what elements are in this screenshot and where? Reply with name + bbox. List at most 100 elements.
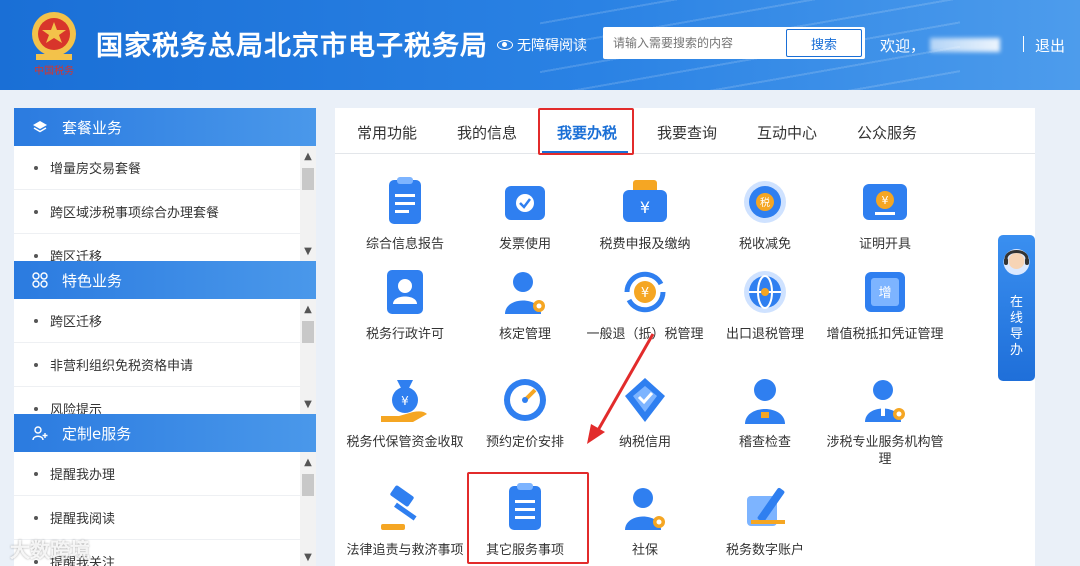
service-custody-funds[interactable]: ¥ 税务代保管资金收取 <box>345 372 465 451</box>
money-bag-hand-icon: ¥ <box>381 380 427 422</box>
site-title: 国家税务总局北京市电子税务局 <box>96 31 488 62</box>
online-guide-text: 在线导办 <box>1009 295 1023 358</box>
eye-icon <box>497 40 513 50</box>
bullet-icon <box>34 362 38 367</box>
service-label: 综合信息报告 <box>365 237 444 252</box>
sidebar-item[interactable]: 增量房交易套餐 <box>14 146 300 190</box>
service-legal-remedy[interactable]: 法律追责与救济事项 <box>345 480 465 559</box>
service-agency-management[interactable]: 涉税专业服务机构管理 <box>825 372 945 468</box>
user-gear-icon <box>505 272 545 314</box>
service-admin-license[interactable]: 税务行政许可 <box>345 264 465 343</box>
user-plus-icon <box>32 426 48 441</box>
service-invoice[interactable]: 发票使用 <box>465 174 585 253</box>
sidebar-item-label: 跨区域涉税事项综合办理套餐 <box>50 206 220 221</box>
logout-link[interactable]: 退出 <box>1035 35 1065 56</box>
online-guide-label: 在线导办 <box>998 295 1035 359</box>
sidebar-item-label: 提醒我阅读 <box>50 512 116 527</box>
sidebar-section-list: 增量房交易套餐 跨区域涉税事项综合办理套餐 跨区迁移 ▲ ▼ <box>14 146 316 263</box>
scroll-thumb[interactable] <box>302 474 314 496</box>
scrollbar[interactable]: ▲ ▼ <box>300 452 316 566</box>
chevron-up-icon[interactable]: ▲ <box>303 305 313 315</box>
service-digital-account[interactable]: 税务数字账户 <box>705 480 825 559</box>
tab-my-info[interactable]: 我的信息 <box>457 122 517 143</box>
scrollbar[interactable]: ▲ ▼ <box>300 299 316 416</box>
customer-service-avatar-icon <box>1003 249 1030 275</box>
online-guide-button[interactable]: 在线导办 <box>998 235 1035 381</box>
service-label: 预约定价安排 <box>485 435 564 450</box>
annotation-arrow <box>587 333 655 444</box>
bullet-icon <box>34 515 38 520</box>
service-label: 社保 <box>631 543 658 558</box>
sidebar-section-title: 定制e服务 <box>62 424 132 443</box>
social-security-user-icon <box>625 488 665 530</box>
tax-emblem-logo: 中国税务 <box>32 12 76 77</box>
certificate-yen-icon: ¥ <box>863 184 907 220</box>
tab-common[interactable]: 常用功能 <box>357 122 417 143</box>
service-label: 稽查检查 <box>738 435 791 450</box>
service-certificate[interactable]: ¥ 证明开具 <box>825 174 945 253</box>
tax-reduction-icon: 税 <box>744 181 786 223</box>
svg-text:¥: ¥ <box>640 198 650 217</box>
bullet-icon <box>34 253 38 258</box>
service-tax-reduction[interactable]: 税 税收减免 <box>705 174 825 253</box>
chevron-up-icon[interactable]: ▲ <box>303 152 313 162</box>
scroll-thumb[interactable] <box>302 321 314 343</box>
search-button[interactable]: 搜索 <box>786 29 862 57</box>
svg-text:增: 增 <box>878 286 891 301</box>
sidebar-item[interactable]: 跨区迁移 <box>14 299 300 343</box>
sidebar-item-label: 非营利组织免税资格申请 <box>50 359 194 374</box>
service-declare-pay[interactable]: ¥ 税费申报及缴纳 <box>585 174 705 253</box>
svg-text:¥: ¥ <box>641 286 649 301</box>
service-label: 发票使用 <box>498 237 551 252</box>
service-inspection[interactable]: 稽查检查 <box>705 372 825 451</box>
header-divider <box>1023 36 1024 52</box>
scroll-thumb[interactable] <box>302 168 314 190</box>
agent-user-gear-icon <box>865 380 905 422</box>
accessibility-link[interactable]: 无障碍阅读 <box>497 35 587 55</box>
tab-public-service[interactable]: 公众服务 <box>857 122 917 143</box>
bullet-icon <box>34 406 38 411</box>
scrollbar[interactable]: ▲ ▼ <box>300 146 316 263</box>
logo-caption: 中国税务 <box>34 64 74 77</box>
service-label: 税费申报及缴纳 <box>599 237 691 252</box>
tab-bar: 常用功能 我的信息 我要办税 我要查询 互动中心 公众服务 <box>335 108 1035 154</box>
service-export-refund[interactable]: 出口退税管理 <box>705 264 825 343</box>
chevron-down-icon[interactable]: ▼ <box>303 247 313 257</box>
sidebar-item[interactable]: 风险提示 <box>14 387 300 416</box>
service-label: 涉税专业服务机构管理 <box>826 435 944 467</box>
chevron-down-icon[interactable]: ▼ <box>303 400 313 410</box>
sidebar-item-label: 增量房交易套餐 <box>50 162 142 177</box>
bullet-icon <box>34 209 38 214</box>
tab-query[interactable]: 我要查询 <box>657 122 717 143</box>
sidebar-section-custom[interactable]: 定制e服务 <box>14 414 316 452</box>
service-vat-voucher[interactable]: 增 增值税抵扣凭证管理 <box>825 264 945 343</box>
highlight-box-other <box>467 472 589 564</box>
sidebar-section-special[interactable]: 特色业务 <box>14 261 316 299</box>
sidebar-item-label: 跨区迁移 <box>50 315 103 330</box>
service-label: 税务行政许可 <box>365 327 444 342</box>
svg-text:¥: ¥ <box>401 394 409 408</box>
gauge-icon <box>504 379 546 421</box>
sidebar-section-package[interactable]: 套餐业务 <box>14 108 316 146</box>
layers-icon <box>33 121 47 133</box>
globe-export-icon <box>744 271 786 313</box>
sidebar-item[interactable]: 提醒我办理 <box>14 452 300 496</box>
service-assessment[interactable]: 核定管理 <box>465 264 585 343</box>
watermark-text: 大数跨境 <box>10 538 90 562</box>
service-label: 税收减免 <box>738 237 791 252</box>
bullet-icon <box>34 318 38 323</box>
sidebar-item[interactable]: 跨区域涉税事项综合办理套餐 <box>14 190 300 234</box>
inspector-user-icon <box>745 379 785 424</box>
service-pricing[interactable]: 预约定价安排 <box>465 372 585 451</box>
id-card-icon <box>387 270 423 314</box>
sidebar-section-title: 特色业务 <box>62 271 123 290</box>
service-social-security[interactable]: 社保 <box>585 480 705 559</box>
sidebar-item[interactable]: 跨区迁移 <box>14 234 300 263</box>
tab-interaction[interactable]: 互动中心 <box>757 122 817 143</box>
chevron-up-icon[interactable]: ▲ <box>303 458 313 468</box>
report-doc-icon <box>389 177 421 224</box>
sidebar-item[interactable]: 非营利组织免税资格申请 <box>14 343 300 387</box>
service-report[interactable]: 综合信息报告 <box>345 174 465 253</box>
search-input[interactable] <box>603 27 783 59</box>
chevron-down-icon[interactable]: ▼ <box>303 553 313 563</box>
